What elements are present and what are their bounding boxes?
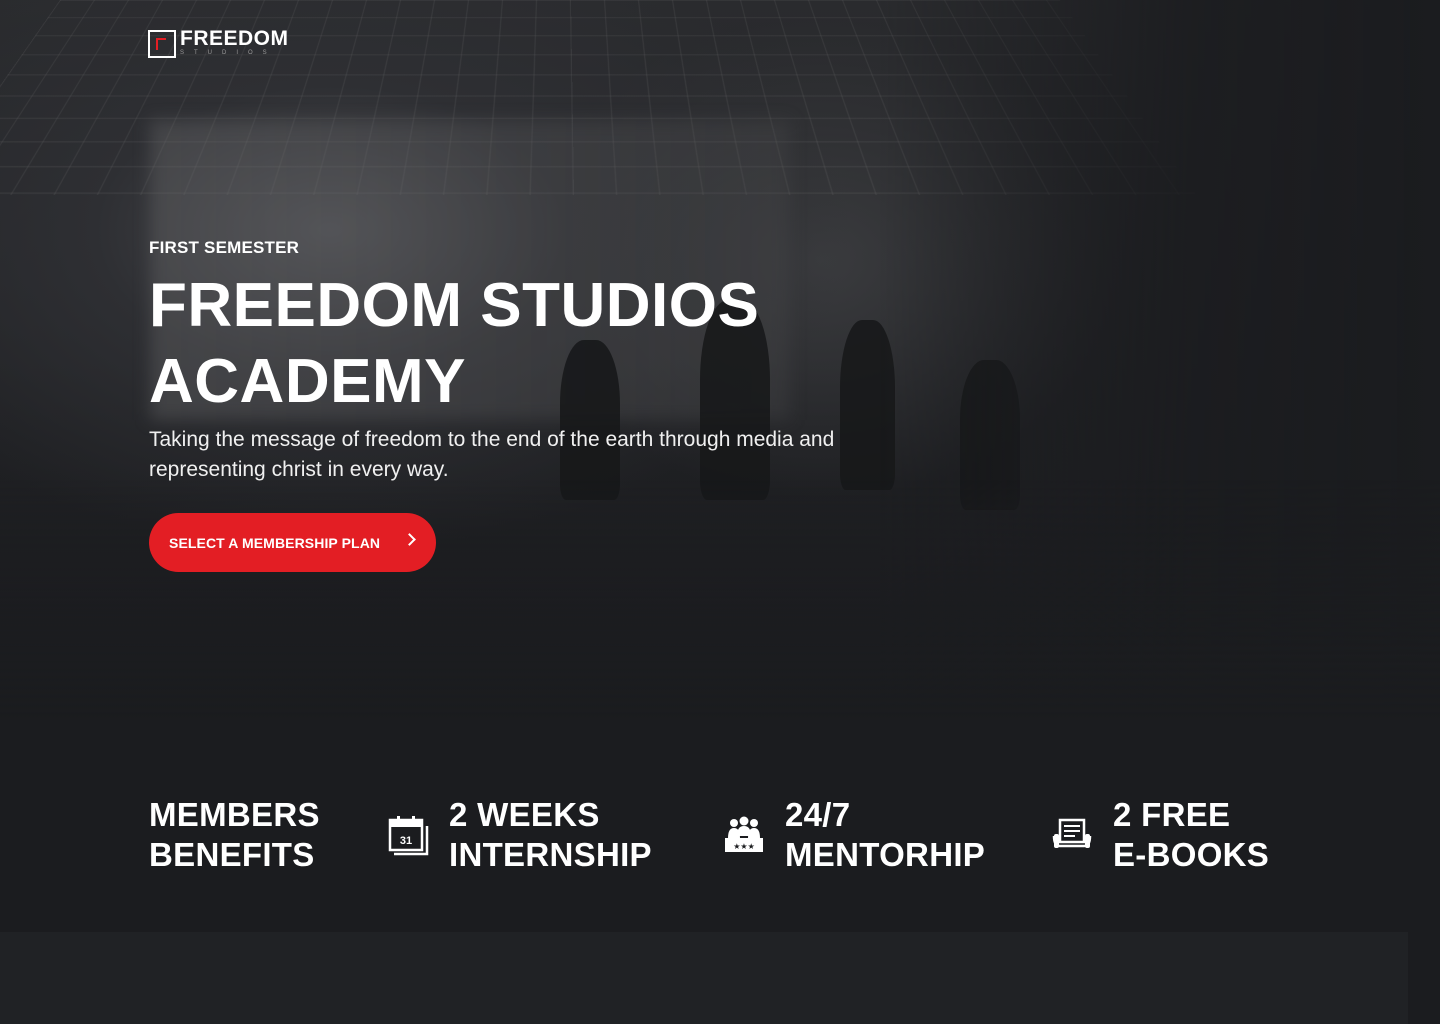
hero-subtitle: Taking the message of freedom to the end… [149, 425, 879, 485]
benefits-heading-line2: BENEFITS [149, 836, 315, 873]
benefit-ebooks-line2: E-BOOKS [1113, 836, 1269, 873]
benefit-internship-line2: INTERNSHIP [449, 836, 652, 873]
cta-label: SELECT A MEMBERSHIP PLAN [169, 535, 380, 551]
benefit-mentorship: ★★★ 24/7 MENTORHIP [723, 795, 985, 875]
chevron-right-icon [403, 533, 416, 546]
logo[interactable]: FREEDOM STUDIOS [148, 28, 289, 60]
benefits-heading-line1: MEMBERS [149, 796, 320, 833]
benefit-ebooks-line1: 2 FREE [1113, 796, 1230, 833]
hero-eyebrow: FIRST SEMESTER [149, 238, 299, 258]
benefit-internship: 31 2 WEEKS INTERNSHIP [387, 795, 652, 875]
logo-name: FREEDOM [180, 28, 289, 49]
logo-subtitle: STUDIOS [180, 50, 289, 56]
calendar-day: 31 [400, 835, 412, 847]
svg-text:★★★: ★★★ [733, 842, 755, 851]
group-icon: ★★★ [723, 814, 765, 856]
benefit-ebooks: 2 FREE E-BOOKS [1051, 795, 1269, 875]
logo-mark-icon [148, 30, 176, 58]
next-section [0, 932, 1408, 1024]
benefit-mentorship-line1: 24/7 [785, 796, 850, 833]
benefit-internship-line1: 2 WEEKS [449, 796, 600, 833]
calendar-icon: 31 [387, 814, 429, 856]
ebook-icon [1051, 814, 1093, 856]
select-membership-plan-button[interactable]: SELECT A MEMBERSHIP PLAN [149, 513, 436, 572]
benefit-mentorship-line2: MENTORHIP [785, 836, 985, 873]
hero-title: FREEDOM STUDIOS ACADEMY [149, 268, 769, 420]
hero-title-line2: ACADEMY [149, 347, 466, 416]
members-benefits: MEMBERS BENEFITS 31 2 WEEKS INTERNSHIP ★… [149, 795, 1309, 885]
benefits-heading: MEMBERS BENEFITS [149, 795, 320, 875]
hero-title-line1: FREEDOM STUDIOS [149, 271, 759, 340]
